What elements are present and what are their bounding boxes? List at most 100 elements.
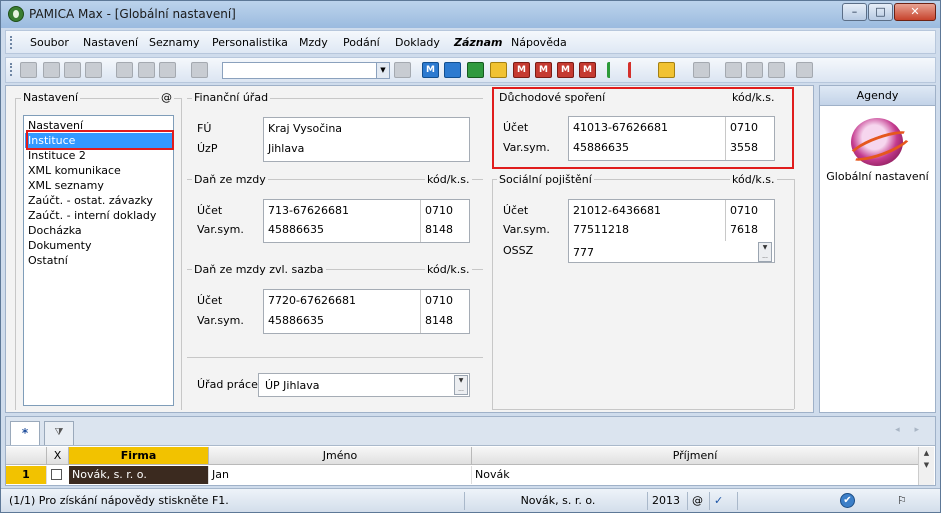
check-icon[interactable]	[796, 62, 813, 78]
agendy-panel: Agendy Globální nastavení	[819, 85, 936, 413]
grid-scrollbar[interactable]: ▲ ▼	[918, 447, 934, 485]
list-item-ostatni[interactable]: Ostatní	[28, 253, 68, 268]
open-icon[interactable]	[20, 62, 37, 78]
menu-nastaveni[interactable]: Nastavení	[83, 36, 138, 49]
ok-icon[interactable]: ✔	[840, 493, 855, 508]
menu-bar: Soubor Nastavení Seznamy Personalistika …	[5, 30, 936, 54]
person-up-icon[interactable]	[444, 62, 461, 78]
zvl-cell-separator	[420, 290, 421, 333]
m-blue-icon[interactable]: M	[422, 62, 439, 78]
agendy-header: Agendy	[820, 86, 935, 106]
fu-field-box[interactable]: Kraj Vysočina Jihlava	[263, 117, 470, 162]
menu-grip[interactable]	[10, 36, 13, 49]
socialni-title: Sociální pojištění	[497, 173, 594, 186]
soc-ucet-kod: 0710	[730, 204, 758, 217]
filter-tab-icon[interactable]: ⧩	[44, 421, 74, 445]
menu-personalistika[interactable]: Personalistika	[212, 36, 288, 49]
status-flag-icon[interactable]: ⚐	[893, 492, 917, 510]
zvl-ucet-label: Účet	[197, 294, 223, 307]
card-icon[interactable]	[768, 62, 785, 78]
menu-doklady[interactable]: Doklady	[395, 36, 440, 49]
filter-icon[interactable]	[394, 62, 411, 78]
ossz-picker-more: ...	[762, 253, 768, 260]
global-settings-icon[interactable]	[851, 118, 903, 166]
comment-icon[interactable]	[725, 62, 742, 78]
menu-napoveda[interactable]: Nápověda	[511, 36, 567, 49]
row-checkbox[interactable]	[51, 469, 62, 480]
m-red-4-icon[interactable]: M	[579, 62, 596, 78]
list-item-xml-komunikace[interactable]: XML komunikace	[28, 163, 121, 178]
selection-highlight	[26, 130, 174, 150]
list-item-dochazka[interactable]: Docházka	[28, 223, 82, 238]
status-hint: (1/1) Pro získání nápovědy stiskněte F1.	[5, 492, 465, 510]
list-item-xml-seznamy[interactable]: XML seznamy	[28, 178, 104, 193]
menu-soubor[interactable]: Soubor	[30, 36, 69, 49]
m-red-2-icon[interactable]: M	[535, 62, 552, 78]
list-item-interni-doklady[interactable]: Zaúčt. - interní doklady	[28, 208, 156, 223]
status-year[interactable]: 2013	[648, 492, 688, 510]
zvl-field-box[interactable]: 7720-67626681 45886635 0710 8148	[263, 289, 470, 334]
save-as-icon[interactable]	[159, 62, 176, 78]
scroll-down-icon[interactable]: ▼	[924, 461, 929, 469]
toolbar-grip[interactable]	[10, 63, 13, 76]
preview-icon[interactable]	[85, 62, 102, 78]
agendy-item-label[interactable]: Globální nastavení	[820, 170, 935, 183]
dan-ze-mzdy-title: Daň ze mzdy	[192, 173, 268, 186]
toolbar: ▼ M M M M M	[5, 57, 936, 83]
copy-icon[interactable]	[43, 62, 60, 78]
app-window: PAMICA Max - [Globální nastavení] – □ ✕ …	[0, 0, 941, 513]
list-item-instituce-2[interactable]: Instituce 2	[28, 148, 86, 163]
status-at[interactable]: @	[688, 492, 710, 510]
table-row-number[interactable]: 1	[6, 466, 47, 484]
cell-jmeno[interactable]: Jan	[209, 466, 472, 484]
urad-prace-field[interactable]: ÚP Jihlava	[258, 373, 470, 397]
menu-mzdy[interactable]: Mzdy	[299, 36, 328, 49]
accessibility-icon[interactable]	[490, 62, 507, 78]
m-red-icon[interactable]: M	[513, 62, 530, 78]
menu-podani[interactable]: Podání	[343, 36, 380, 49]
zvl-ucet-value: 7720-67626681	[268, 294, 356, 307]
save-icon[interactable]	[138, 62, 155, 78]
list-item-dokumenty[interactable]: Dokumenty	[28, 238, 91, 253]
tab-nav-arrows[interactable]: ◂ ▸	[895, 425, 925, 435]
close-button[interactable]: ✕	[894, 3, 936, 21]
socialni-kod-label: kód/k.s.	[730, 173, 777, 186]
list-item-ostat-zavazky[interactable]: Zaúčt. - ostat. závazky	[28, 193, 153, 208]
menu-seznamy[interactable]: Seznamy	[149, 36, 199, 49]
grid-header-x[interactable]: X	[47, 447, 69, 465]
grid-header-jmeno[interactable]: Jméno	[209, 447, 472, 465]
print-icon[interactable]	[64, 62, 81, 78]
scroll-up-icon[interactable]: ▲	[924, 449, 929, 457]
red-flag-icon[interactable]	[628, 62, 645, 78]
cell-prijmeni[interactable]: Novák	[472, 466, 919, 484]
tab-all[interactable]: *	[10, 421, 40, 445]
soc-varsym-label: Var.sym.	[503, 223, 550, 236]
status-check-icon[interactable]: ✓	[710, 492, 738, 510]
new-document-icon[interactable]	[116, 62, 133, 78]
grid-header-rownum	[6, 447, 47, 465]
ossz-label: OSSZ	[503, 244, 534, 257]
menu-zaznam[interactable]: Záznam	[454, 36, 503, 49]
ossz-picker-icon[interactable]: ▼...	[758, 242, 772, 262]
dan-ucet-kod: 0710	[425, 204, 453, 217]
dan-field-box[interactable]: 713-67626681 45886635 0710 8148	[263, 199, 470, 243]
clipboard-icon[interactable]	[191, 62, 208, 78]
settings-list[interactable]: Nastavení Instituce Instituce 2 XML komu…	[23, 115, 174, 406]
fu-value: Kraj Vysočina	[268, 122, 343, 135]
minimize-button[interactable]: –	[842, 3, 867, 21]
maximize-button[interactable]: □	[868, 3, 893, 21]
calculator-icon[interactable]	[693, 62, 710, 78]
chevron-down-icon[interactable]: ▼	[376, 63, 389, 78]
urad-prace-picker-icon[interactable]: ▼...	[454, 375, 468, 395]
grid-header-firma[interactable]: Firma	[69, 447, 209, 465]
cell-firma[interactable]: Novák, s. r. o.	[69, 466, 209, 484]
toolbar-combo[interactable]: ▼	[222, 62, 390, 79]
list-icon[interactable]	[746, 62, 763, 78]
person-green-icon[interactable]	[467, 62, 484, 78]
dan-ucet-label: Účet	[197, 204, 223, 217]
m-red-3-icon[interactable]: M	[557, 62, 574, 78]
grid-header-prijmeni[interactable]: Příjmení	[472, 447, 919, 465]
soc-field-box[interactable]: 21012-6436681 77511218 777 0710 7618	[568, 199, 775, 263]
folder-icon[interactable]	[658, 62, 675, 78]
green-flag-icon[interactable]	[607, 62, 624, 78]
